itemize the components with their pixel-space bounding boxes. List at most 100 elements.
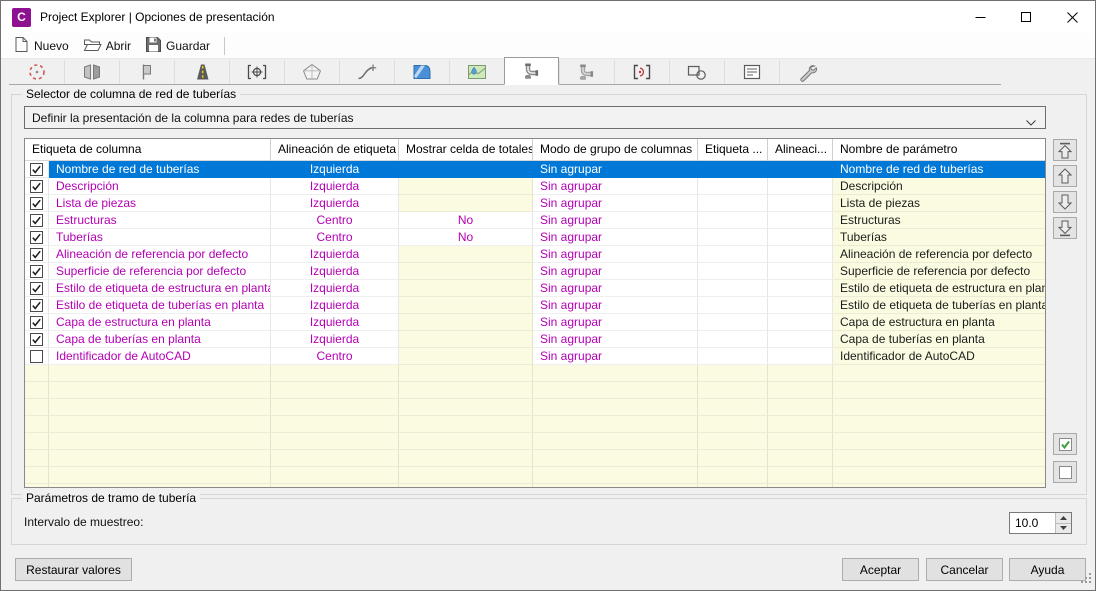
label-alignment-cell[interactable]: Centro bbox=[271, 212, 399, 229]
totals-cell[interactable] bbox=[399, 280, 533, 297]
group-mode-cell[interactable]: Sin agrupar bbox=[533, 263, 698, 280]
spinner-up-button[interactable] bbox=[1056, 513, 1071, 524]
resize-grip[interactable] bbox=[1081, 573, 1092, 587]
totals-cell[interactable] bbox=[399, 314, 533, 331]
help-button[interactable]: Ayuda bbox=[1009, 558, 1086, 581]
move-to-bottom-button[interactable] bbox=[1053, 217, 1077, 239]
tab-pipe-networks[interactable] bbox=[504, 57, 559, 85]
row-checkbox-checked[interactable] bbox=[25, 161, 49, 178]
column-label-cell[interactable]: Superficie de referencia por defecto bbox=[49, 263, 271, 280]
preset-dropdown[interactable]: Definir la presentación de la columna pa… bbox=[24, 106, 1046, 129]
label-alignment-cell[interactable]: Izquierda bbox=[271, 263, 399, 280]
label-alignment-cell[interactable]: Izquierda bbox=[271, 246, 399, 263]
label-alignment-cell[interactable]: Izquierda bbox=[271, 161, 399, 178]
tab-corridors[interactable] bbox=[174, 60, 229, 84]
label-alignment-cell[interactable]: Centro bbox=[271, 348, 399, 365]
row-checkbox-checked[interactable] bbox=[25, 280, 49, 297]
row-checkbox-checked[interactable] bbox=[25, 229, 49, 246]
table-row[interactable]: Capa de tuberías en planta Izquierda Sin a… bbox=[25, 331, 1045, 348]
tab-profiles[interactable] bbox=[119, 60, 174, 84]
group-mode-cell[interactable]: Sin agrupar bbox=[533, 178, 698, 195]
maximize-button[interactable] bbox=[1003, 1, 1049, 33]
column-label-cell[interactable]: Lista de piezas bbox=[49, 195, 271, 212]
minimize-button[interactable] bbox=[957, 1, 1003, 33]
column-header[interactable]: Etiqueta ... bbox=[698, 139, 768, 161]
label-alignment-cell[interactable]: Izquierda bbox=[271, 280, 399, 297]
group-alignment-cell[interactable] bbox=[768, 178, 833, 195]
tab-intervals[interactable] bbox=[614, 60, 669, 84]
table-row[interactable]: Estructuras Centro No Sin agrupar Estructura… bbox=[25, 212, 1045, 229]
tab-sample-lines[interactable] bbox=[229, 60, 284, 84]
column-label-cell[interactable]: Capa de estructura en planta bbox=[49, 314, 271, 331]
totals-cell[interactable] bbox=[399, 297, 533, 314]
column-label-cell[interactable]: Estilo de etiqueta de tuberías en planta bbox=[49, 297, 271, 314]
group-alignment-cell[interactable] bbox=[768, 229, 833, 246]
group-label-cell[interactable] bbox=[698, 195, 768, 212]
check-all-button[interactable] bbox=[1053, 433, 1077, 455]
tab-points[interactable] bbox=[9, 60, 64, 84]
parameter-name-cell[interactable]: Nombre de red de tuberías bbox=[833, 161, 1045, 178]
column-label-cell[interactable]: Estilo de etiqueta de estructura en plan… bbox=[49, 280, 271, 297]
row-checkbox-checked[interactable] bbox=[25, 178, 49, 195]
totals-cell[interactable] bbox=[399, 178, 533, 195]
new-button[interactable]: Nuevo bbox=[11, 34, 75, 58]
tab-tools-wrench[interactable] bbox=[779, 60, 834, 84]
table-row[interactable]: Estilo de etiqueta de tuberías en planta… bbox=[25, 297, 1045, 314]
column-label-cell[interactable]: Nombre de red de tuberías bbox=[49, 161, 271, 178]
column-label-cell[interactable]: Capa de tuberías en planta bbox=[49, 331, 271, 348]
group-label-cell[interactable] bbox=[698, 178, 768, 195]
group-label-cell[interactable] bbox=[698, 297, 768, 314]
column-header[interactable]: Mostrar celda de totales bbox=[399, 139, 533, 161]
row-checkbox-checked[interactable] bbox=[25, 314, 49, 331]
totals-cell[interactable] bbox=[399, 161, 533, 178]
open-button[interactable]: Abrir bbox=[81, 34, 137, 58]
cancel-button[interactable]: Cancelar bbox=[926, 558, 1003, 581]
parameter-name-cell[interactable]: Descripción bbox=[833, 178, 1045, 195]
group-alignment-cell[interactable] bbox=[768, 331, 833, 348]
table-row[interactable]: Tuberías Centro No Sin agrupar Tuberías bbox=[25, 229, 1045, 246]
label-alignment-cell[interactable]: Izquierda bbox=[271, 331, 399, 348]
group-label-cell[interactable] bbox=[698, 314, 768, 331]
table-row[interactable]: Lista de piezas Izquierda Sin agrupar Lista… bbox=[25, 195, 1045, 212]
group-alignment-cell[interactable] bbox=[768, 195, 833, 212]
table-row[interactable]: Capa de estructura en planta Izquierda Sin… bbox=[25, 314, 1045, 331]
column-label-cell[interactable]: Tuberías bbox=[49, 229, 271, 246]
sampling-interval-spinner[interactable]: 10.0 bbox=[1009, 512, 1072, 534]
group-alignment-cell[interactable] bbox=[768, 297, 833, 314]
column-label-cell[interactable]: Descripción bbox=[49, 178, 271, 195]
column-header[interactable]: Etiqueta de columna bbox=[25, 139, 271, 161]
table-row[interactable]: Alineación de referencia por defecto Izqu… bbox=[25, 246, 1045, 263]
parameter-name-cell[interactable]: Capa de estructura en planta bbox=[833, 314, 1045, 331]
group-alignment-cell[interactable] bbox=[768, 212, 833, 229]
label-alignment-cell[interactable]: Centro bbox=[271, 229, 399, 246]
column-header[interactable]: Nombre de parámetro bbox=[833, 139, 1045, 161]
parameter-name-cell[interactable]: Alineación de referencia por defecto bbox=[833, 246, 1045, 263]
sampling-interval-value[interactable]: 10.0 bbox=[1010, 513, 1055, 533]
group-mode-cell[interactable]: Sin agrupar bbox=[533, 348, 698, 365]
totals-cell[interactable] bbox=[399, 263, 533, 280]
group-label-cell[interactable] bbox=[698, 246, 768, 263]
group-label-cell[interactable] bbox=[698, 229, 768, 246]
tab-log[interactable] bbox=[724, 60, 779, 84]
move-to-top-button[interactable] bbox=[1053, 139, 1077, 161]
parameter-name-cell[interactable]: Estilo de etiqueta de tuberías en planta bbox=[833, 297, 1045, 314]
group-alignment-cell[interactable] bbox=[768, 246, 833, 263]
parameter-name-cell[interactable]: Identificador de AutoCAD bbox=[833, 348, 1045, 365]
row-checkbox-checked[interactable] bbox=[25, 246, 49, 263]
column-header[interactable]: Modo de grupo de columnas bbox=[533, 139, 698, 161]
label-alignment-cell[interactable]: Izquierda bbox=[271, 178, 399, 195]
column-label-cell[interactable]: Identificador de AutoCAD bbox=[49, 348, 271, 365]
group-alignment-cell[interactable] bbox=[768, 161, 833, 178]
group-mode-cell[interactable]: Sin agrupar bbox=[533, 212, 698, 229]
column-header[interactable]: Alineación de etiqueta bbox=[271, 139, 399, 161]
label-alignment-cell[interactable]: Izquierda bbox=[271, 195, 399, 212]
group-mode-cell[interactable]: Sin agrupar bbox=[533, 280, 698, 297]
tab-pressure-networks[interactable] bbox=[559, 60, 614, 84]
group-label-cell[interactable] bbox=[698, 331, 768, 348]
group-label-cell[interactable] bbox=[698, 348, 768, 365]
move-up-button[interactable] bbox=[1053, 165, 1077, 187]
row-checkbox-checked[interactable] bbox=[25, 331, 49, 348]
column-label-cell[interactable]: Alineación de referencia por defecto bbox=[49, 246, 271, 263]
row-checkbox-checked[interactable] bbox=[25, 212, 49, 229]
spinner-down-button[interactable] bbox=[1056, 523, 1071, 533]
